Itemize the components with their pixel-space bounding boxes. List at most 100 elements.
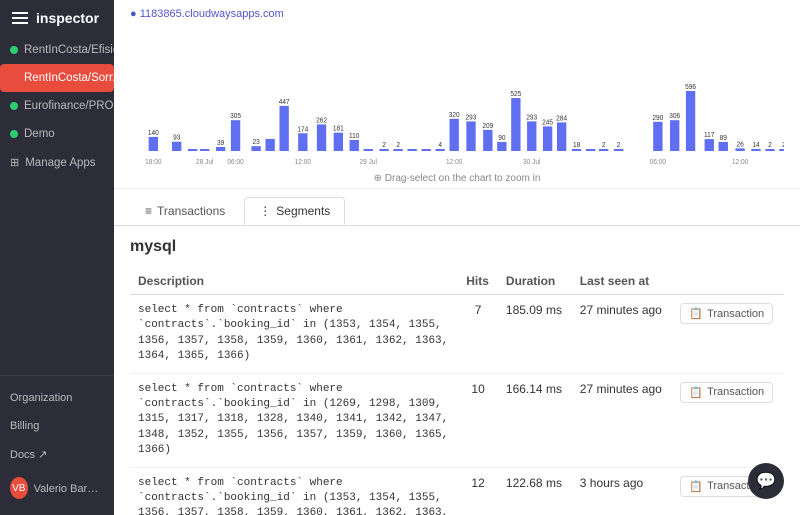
- chart-bar[interactable]: [350, 140, 359, 151]
- table-header-cell: Description: [130, 268, 458, 295]
- chart-bar[interactable]: [421, 149, 430, 151]
- hits-count: 10: [458, 373, 498, 467]
- svg-text:262: 262: [316, 117, 327, 124]
- svg-text:2: 2: [768, 142, 772, 149]
- chart-bar[interactable]: [200, 149, 209, 151]
- table-row: select * from `contracts` where `contrac…: [130, 467, 784, 515]
- svg-text:2: 2: [382, 142, 386, 149]
- sidebar-bottom-item-organization[interactable]: Organization: [0, 384, 114, 412]
- chart-bar[interactable]: [407, 149, 416, 151]
- svg-text:28 Jul: 28 Jul: [196, 159, 214, 166]
- user-item[interactable]: VB Valerio Barbera ↺: [0, 469, 114, 507]
- svg-text:18:00: 18:00: [145, 159, 162, 166]
- chart-bar[interactable]: [251, 146, 260, 151]
- chart-bar[interactable]: [527, 121, 536, 151]
- svg-text:30 Jul: 30 Jul: [523, 159, 541, 166]
- query-table: DescriptionHitsDurationLast seen at sele…: [130, 268, 784, 515]
- chart-bar[interactable]: [279, 106, 288, 151]
- chart-bar[interactable]: [231, 120, 240, 151]
- sidebar-header[interactable]: inspector: [0, 0, 114, 36]
- tab-label: Segments: [276, 204, 330, 218]
- svg-text:305: 305: [230, 113, 241, 120]
- chart-bar[interactable]: [265, 139, 274, 151]
- table-header-row: DescriptionHitsDurationLast seen at: [130, 268, 784, 295]
- sidebar-item-rentincosta-efisio[interactable]: RentInCosta/Efisio: [0, 36, 114, 64]
- sidebar-item-rentincosta-sorr[interactable]: RentInCosta/Sorr...: [0, 64, 114, 92]
- query-description: select * from `contracts` where `contrac…: [130, 373, 458, 467]
- menu-icon[interactable]: [12, 12, 28, 24]
- sidebar-nav: RentInCosta/EfisioRentInCosta/Sorr...Eur…: [0, 36, 114, 375]
- segments-icon: ⋮: [259, 204, 271, 218]
- chart-bar[interactable]: [216, 147, 225, 151]
- chart-bar[interactable]: [317, 124, 326, 151]
- svg-text:293: 293: [526, 114, 537, 121]
- chart-bar[interactable]: [172, 142, 181, 151]
- svg-text:12:00: 12:00: [446, 159, 463, 166]
- svg-text:447: 447: [279, 99, 290, 106]
- sidebar-item-eurofinance-prod[interactable]: Eurofinance/PROD: [0, 92, 114, 120]
- chart-bar[interactable]: [436, 149, 445, 151]
- avatar: VB: [10, 477, 28, 499]
- last-seen-value: 27 minutes ago: [572, 295, 673, 374]
- tab-segments[interactable]: ⋮ Segments: [244, 197, 345, 225]
- chat-button[interactable]: 💬: [748, 463, 784, 499]
- chart-bar[interactable]: [393, 149, 402, 151]
- chart-bar[interactable]: [599, 149, 608, 151]
- chart-bar[interactable]: [543, 126, 552, 151]
- chart-bar[interactable]: [705, 139, 714, 151]
- transaction-label: Transaction: [707, 308, 764, 320]
- sidebar-item-demo[interactable]: Demo: [0, 120, 114, 148]
- chart-bar[interactable]: [298, 133, 307, 151]
- chart-bar[interactable]: [450, 119, 459, 151]
- svg-text:284: 284: [556, 115, 567, 122]
- chart-bar[interactable]: [572, 149, 581, 151]
- manage-apps-item[interactable]: ⊞Manage Apps: [0, 148, 114, 177]
- chart-bar[interactable]: [670, 120, 679, 151]
- app-title: inspector: [36, 10, 99, 26]
- table-header: DescriptionHitsDurationLast seen at: [130, 268, 784, 295]
- table-row: select * from `contracts` where `contrac…: [130, 295, 784, 374]
- svg-text:2: 2: [782, 142, 784, 149]
- chart-zoom-hint: ⊕ Drag-select on the chart to zoom in: [130, 173, 784, 184]
- svg-text:293: 293: [466, 114, 477, 121]
- svg-text:4: 4: [438, 142, 442, 149]
- chart-bar[interactable]: [686, 91, 695, 151]
- chart-bar[interactable]: [334, 133, 343, 151]
- last-seen-value: 27 minutes ago: [572, 373, 673, 467]
- query-description: select * from `contracts` where `contrac…: [130, 467, 458, 515]
- chart-area: 1183865.cloudwaysapps.com 14018:009328 J…: [114, 0, 800, 189]
- transaction-icon: 📋: [689, 307, 703, 320]
- chart-bar[interactable]: [483, 130, 492, 151]
- svg-text:117: 117: [704, 132, 715, 139]
- svg-text:174: 174: [297, 126, 308, 133]
- svg-text:140: 140: [148, 130, 159, 137]
- chart-bar[interactable]: [735, 148, 744, 151]
- transaction-button[interactable]: 📋 Transaction: [680, 303, 773, 324]
- status-dot: [10, 102, 18, 110]
- chart-bar[interactable]: [511, 98, 520, 151]
- chart-bar[interactable]: [751, 149, 760, 151]
- svg-text:320: 320: [449, 112, 460, 119]
- table-header-cell: Duration: [498, 268, 572, 295]
- chart-bar[interactable]: [557, 122, 566, 151]
- chart-bar[interactable]: [466, 121, 475, 151]
- transaction-icon: 📋: [689, 386, 703, 399]
- chart-bar[interactable]: [779, 149, 784, 151]
- chart-bar[interactable]: [614, 149, 623, 151]
- chart-bar[interactable]: [586, 149, 595, 151]
- chart-bar[interactable]: [719, 142, 728, 151]
- chart-bar[interactable]: [765, 149, 774, 151]
- action-cell: 📋 Transaction: [672, 295, 784, 374]
- transaction-button[interactable]: 📋Transaction: [680, 382, 773, 403]
- chart-bar[interactable]: [379, 149, 388, 151]
- chart-bar[interactable]: [149, 137, 158, 151]
- chart-bar[interactable]: [497, 142, 506, 151]
- sidebar-bottom-item-billing[interactable]: Billing: [0, 412, 114, 440]
- tab-transactions[interactable]: ≡Transactions: [130, 197, 240, 225]
- chart-bar[interactable]: [188, 149, 197, 151]
- table-header-cell: [672, 268, 784, 295]
- svg-text:2: 2: [396, 142, 400, 149]
- chart-bar[interactable]: [364, 149, 373, 151]
- sidebar-bottom-item-docs[interactable]: Docs ↗: [0, 440, 114, 469]
- chart-bar[interactable]: [653, 122, 662, 151]
